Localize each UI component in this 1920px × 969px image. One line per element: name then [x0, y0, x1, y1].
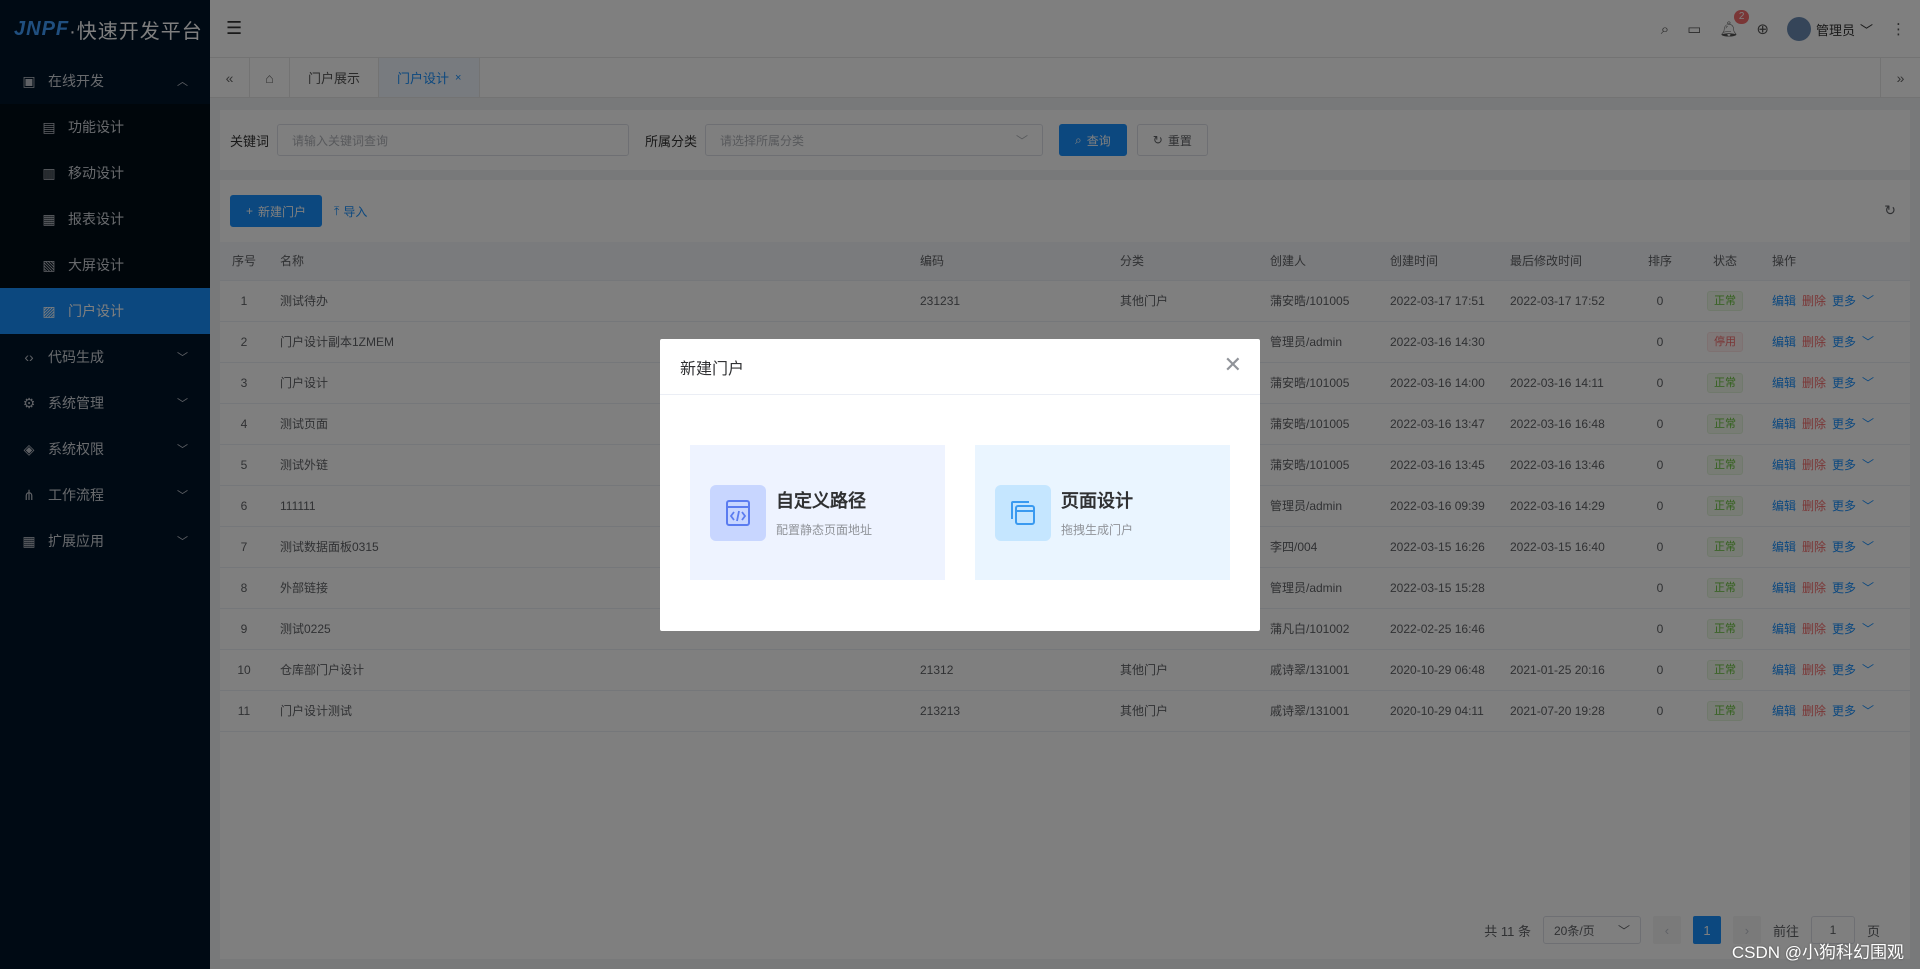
option-desc: 拖拽生成门户 — [1061, 523, 1134, 537]
dialog-title: 新建门户 — [680, 360, 745, 378]
new-portal-dialog: 新建门户 ✕ 自定义路径 配置静态页面地址 页面设计 拖拽生成门户 — [660, 339, 1260, 631]
option-title: 自定义路径 — [776, 491, 866, 511]
custom-path-option[interactable]: 自定义路径 配置静态页面地址 — [690, 445, 945, 580]
dialog-header: 新建门户 ✕ — [660, 339, 1260, 395]
page-design-option[interactable]: 页面设计 拖拽生成门户 — [975, 445, 1230, 580]
option-title: 页面设计 — [1061, 491, 1133, 511]
option-desc: 配置静态页面地址 — [776, 523, 873, 537]
watermark: CSDN @小狗科幻围观 — [1731, 943, 1904, 962]
window-layout-icon — [995, 484, 1051, 541]
dialog-options: 自定义路径 配置静态页面地址 页面设计 拖拽生成门户 — [660, 395, 1260, 580]
close-icon[interactable]: ✕ — [1224, 354, 1242, 376]
code-file-icon — [710, 484, 766, 541]
